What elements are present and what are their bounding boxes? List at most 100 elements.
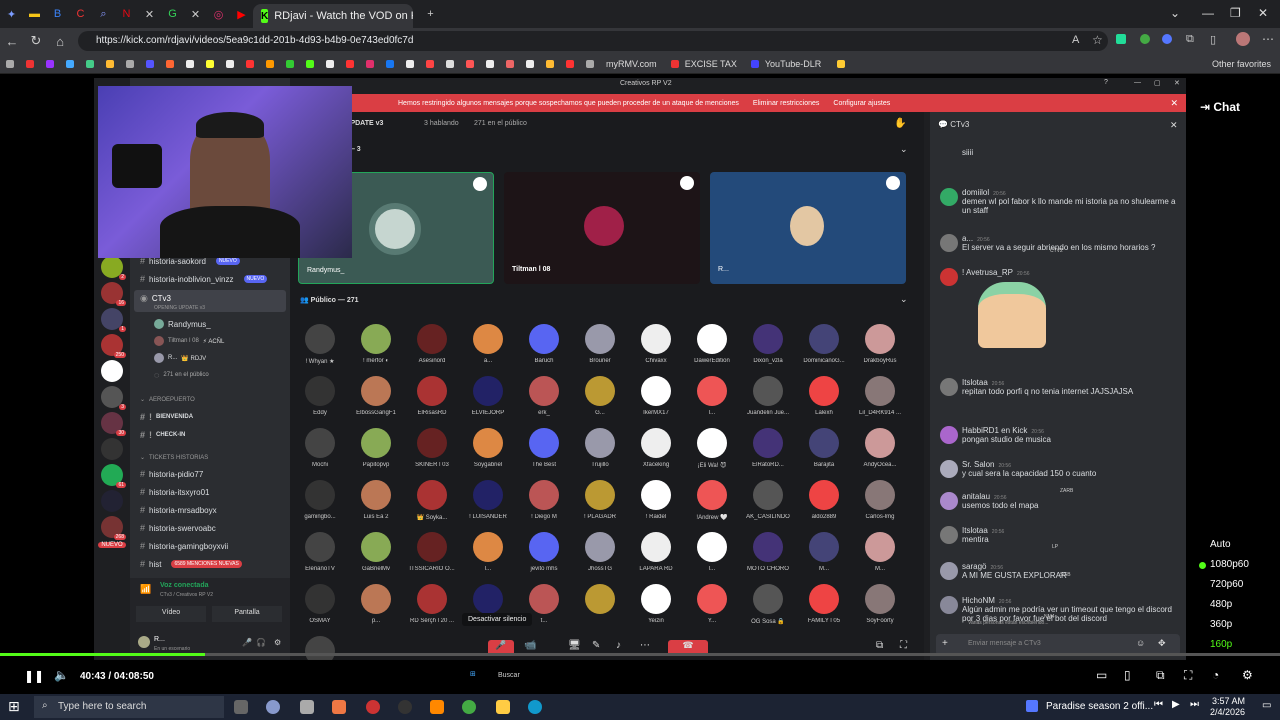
now-playing[interactable]: Paradise season 2 offi... [1046,701,1153,712]
bookmark-icon[interactable] [66,59,74,68]
server-icon[interactable]: 268 [101,516,126,540]
audience-member[interactable]: ! Whyan ★ [294,324,346,365]
bookmark-icon[interactable] [246,59,254,68]
audience-member[interactable]: Xfaceking [630,428,682,468]
collapse-icon[interactable]: ⌄ [900,294,908,305]
chrome-icon[interactable] [462,700,476,714]
bookmark-icon[interactable] [126,59,134,68]
speaker-card[interactable]: Tiltman l 08 [504,172,700,284]
audience-member[interactable]: IkerMX17 [630,376,682,416]
audience-member[interactable]: ELVIEJORP [462,376,514,416]
bookmark-icon[interactable] [26,59,34,68]
channel-item[interactable]: # historia-mrsadboyx [140,505,217,515]
stage-member[interactable]: R... 👑 RDJV [154,353,206,363]
more-icon[interactable]: ⋯ [640,640,650,651]
audience-member[interactable]: M... [798,532,850,572]
extensions-puzzle-icon[interactable]: ⧉ [1186,33,1194,46]
audience-member[interactable]: Lalexh [798,376,850,416]
audience-member[interactable]: Asesinord [406,324,458,364]
message-avatar[interactable] [940,234,958,252]
audience-member[interactable]: ! Raidel [630,480,682,520]
audience-member[interactable]: l... [686,376,738,416]
app-icon[interactable] [366,700,380,714]
active-tab[interactable]: K RDjavi - Watch the VOD on Ki ✕ [253,4,413,28]
audience-member[interactable]: ! PLAGADR [574,480,626,520]
app-icon[interactable] [332,700,346,714]
bookmark-icon[interactable] [466,59,474,68]
task-view-icon[interactable] [234,700,248,714]
audience-member[interactable]: Mochi [294,428,346,468]
add-attachment-icon[interactable]: + [942,638,948,649]
favorite-star-icon[interactable]: ☆ [1092,33,1103,47]
audience-member[interactable]: Trujillo [574,428,626,468]
bookmark-icon[interactable] [306,59,314,68]
audience-member[interactable]: GaBrielMv [350,532,402,572]
message-avatar[interactable] [940,596,958,614]
message-author[interactable]: a... [962,234,973,243]
audience-member[interactable]: a... [462,324,514,364]
stage-member[interactable]: Randymus_ [154,319,211,329]
audience-member[interactable]: M... [854,532,906,572]
settings-icon[interactable]: ⚙ [274,638,281,647]
tab-icon[interactable]: N [115,0,138,28]
bookmark-icon[interactable] [566,59,574,68]
settings-icon[interactable]: ⚙ [1242,668,1253,682]
audience-member[interactable]: !Andrew 🤍 [686,480,738,521]
server-icon[interactable] [101,438,123,460]
bookmark-icon[interactable] [266,59,274,68]
remove-restrictions-link[interactable]: Eliminar restricciones [753,100,820,107]
headset-icon[interactable]: 🎧 [256,638,266,647]
audience-member[interactable]: The Best [518,428,570,468]
audience-member[interactable]: JhossTG [574,532,626,572]
vlc-icon[interactable] [430,700,444,714]
audience-member[interactable]: SoyFoorty [854,584,906,624]
youtube-icon[interactable]: ▶ [230,0,253,28]
bookmark-icon[interactable] [6,59,14,68]
url-bar[interactable]: https://kick.com/rdjavi/videos/5ea9c1dd-… [78,31,1108,51]
edge-icon[interactable] [528,700,542,714]
configure-settings-link[interactable]: Configurar ajustes [833,100,890,107]
audience-member[interactable]: ElRatoRD... [742,428,794,468]
audience-member[interactable]: SKINER l 03 [406,428,458,468]
popout-icon[interactable]: ⧉ [876,640,883,651]
tab-icon[interactable]: ✦ [0,0,23,28]
fullscreen-icon[interactable]: ⛶ [1184,668,1192,683]
bookmark-icon[interactable] [406,59,414,68]
message-avatar[interactable] [940,526,958,544]
bookmark-icon[interactable] [106,59,114,68]
message-author[interactable]: domiilol [962,188,989,197]
audience-member[interactable]: 👑 Soyka... [406,480,458,521]
notification-icon[interactable]: ▭ [1262,700,1271,711]
bookmark-icon[interactable] [226,59,234,68]
channel-item[interactable]: # historia-gamingboyxvii [140,541,228,551]
message-author[interactable]: HabbiRD1 en Kick [962,426,1027,435]
help-icon[interactable]: ? [1104,79,1108,86]
category-aeropuerto[interactable]: ⌄ AEROEPUERTO [140,396,195,404]
audience-member[interactable]: DrakboyRus [854,324,906,364]
audience-member[interactable]: ! LUISANDER [462,480,514,520]
bookmark-icon[interactable] [146,59,154,68]
audience-member[interactable]: LAPARA RD [630,532,682,572]
audience-member[interactable]: Soygabriel [462,428,514,468]
quality-option[interactable]: 160p [1210,639,1232,650]
close-notice-icon[interactable]: ✕ [1170,98,1178,109]
pip-icon[interactable]: ⧉ [1156,668,1165,683]
message-avatar[interactable] [940,426,958,444]
audience-member[interactable]: ElbossGangF1 [350,376,402,416]
audience-member[interactable]: Lil_D4RK914 ... [854,376,906,416]
speaker-card[interactable]: R... [710,172,906,284]
message-author[interactable]: HichoNM [962,596,995,605]
other-favorites[interactable]: Other favorites [1212,59,1271,69]
audience-member[interactable]: l... [686,532,738,572]
channel-item[interactable]: # historia-swervoabc [140,523,216,533]
extension-icon[interactable] [1116,34,1126,44]
audience-member[interactable]: Carlos-lmg [854,480,906,520]
audience-member[interactable]: gamingbo... [294,480,346,520]
message-author[interactable]: ! Avetrusa_RP [962,268,1013,277]
audience-member[interactable]: Barajita [798,428,850,468]
audience-member[interactable]: l... [462,532,514,572]
extension-icon[interactable] [1162,34,1172,44]
quality-option[interactable]: 360p [1210,619,1232,630]
audience-member[interactable]: p... [350,584,402,624]
back-icon[interactable]: ← [0,34,24,49]
